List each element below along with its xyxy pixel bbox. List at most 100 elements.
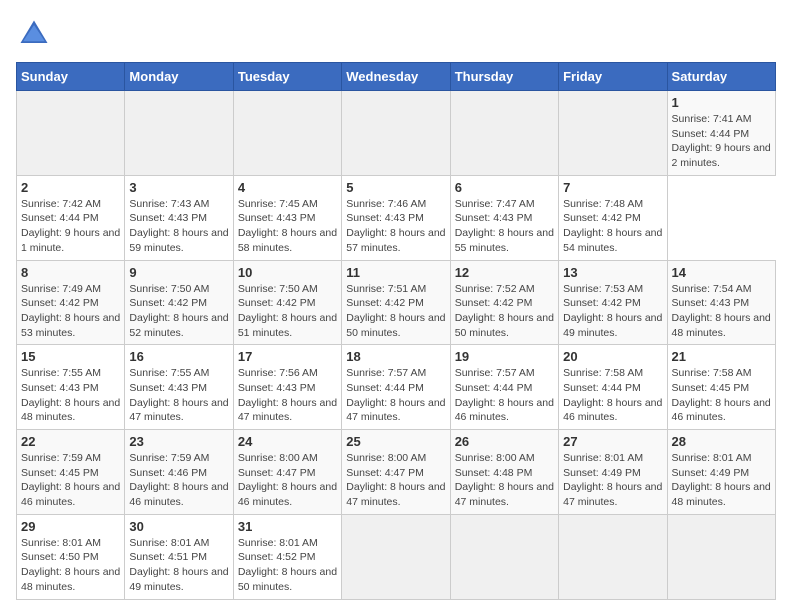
calendar-week-6: 29 Sunrise: 8:01 AMSunset: 4:50 PMDayligh… [17,514,776,599]
day-info: Sunrise: 7:47 AMSunset: 4:43 PMDaylight:… [455,197,554,256]
day-info: Sunrise: 7:49 AMSunset: 4:42 PMDaylight:… [21,282,120,341]
day-info: Sunrise: 7:58 AMSunset: 4:44 PMDaylight:… [563,366,662,425]
day-cell-23: 23Sunrise: 7:59 AMSunset: 4:46 PMDayligh… [125,430,233,515]
empty-cell [450,91,558,176]
day-number: 22 [21,434,120,449]
day-info: Sunrise: 7:53 AMSunset: 4:42 PMDaylight:… [563,282,662,341]
day-cell-8: 8Sunrise: 7:49 AMSunset: 4:42 PMDaylight… [17,260,125,345]
day-number: 24 [238,434,337,449]
day-number: 15 [21,349,120,364]
day-info: Sunrise: 8:01 AMSunset: 4:50 PMDaylight:… [21,536,120,595]
calendar-week-5: 22 Sunrise: 7:59 AMSunset: 4:45 PMDayligh… [17,430,776,515]
day-number: 19 [455,349,554,364]
day-cell-10: 10 Sunrise: 7:50 AMSunset: 4:42 PMDayligh… [233,260,341,345]
day-cell-7: 7 Sunrise: 7:48 AMSunset: 4:42 PMDaylight… [559,175,667,260]
day-number: 4 [238,180,337,195]
day-cell-4: 4 Sunrise: 7:45 AMSunset: 4:43 PMDaylight… [233,175,341,260]
day-number: 20 [563,349,662,364]
day-number: 6 [455,180,554,195]
day-number: 27 [563,434,662,449]
day-number: 2 [21,180,120,195]
empty-cell [450,514,558,599]
day-number: 3 [129,180,228,195]
day-cell-13: 13Sunrise: 7:53 AMSunset: 4:42 PMDayligh… [559,260,667,345]
day-info: Sunrise: 7:45 AMSunset: 4:43 PMDaylight:… [238,197,337,256]
day-cell-16: 16 Sunrise: 7:55 AMSunset: 4:43 PMDayligh… [125,345,233,430]
day-info: Sunrise: 8:00 AMSunset: 4:48 PMDaylight:… [455,451,554,510]
day-number: 1 [672,95,771,110]
day-info: Sunrise: 7:43 AMSunset: 4:43 PMDaylight:… [129,197,228,256]
day-info: Sunrise: 8:01 AMSunset: 4:51 PMDaylight:… [129,536,228,595]
day-cell-22: 22 Sunrise: 7:59 AMSunset: 4:45 PMDayligh… [17,430,125,515]
day-number: 21 [672,349,771,364]
day-number: 29 [21,519,120,534]
day-number: 16 [129,349,228,364]
calendar-week-2: 2 Sunrise: 7:42 AMSunset: 4:44 PMDaylight… [17,175,776,260]
day-info: Sunrise: 8:01 AMSunset: 4:52 PMDaylight:… [238,536,337,595]
logo [16,16,56,52]
day-info: Sunrise: 8:01 AMSunset: 4:49 PMDaylight:… [563,451,662,510]
day-cell-3: 3 Sunrise: 7:43 AMSunset: 4:43 PMDaylight… [125,175,233,260]
day-number: 9 [129,265,228,280]
empty-cell [342,514,450,599]
day-info: Sunrise: 7:54 AMSunset: 4:43 PMDaylight:… [672,282,771,341]
day-info: Sunrise: 7:50 AMSunset: 4:42 PMDaylight:… [129,282,228,341]
day-cell-19: 19 Sunrise: 7:57 AMSunset: 4:44 PMDayligh… [450,345,558,430]
day-info: Sunrise: 7:52 AMSunset: 4:42 PMDaylight:… [455,282,554,341]
day-info: Sunrise: 8:00 AMSunset: 4:47 PMDaylight:… [346,451,445,510]
day-info: Sunrise: 8:01 AMSunset: 4:49 PMDaylight:… [672,451,771,510]
day-info: Sunrise: 7:56 AMSunset: 4:43 PMDaylight:… [238,366,337,425]
day-info: Sunrise: 7:55 AMSunset: 4:43 PMDaylight:… [21,366,120,425]
calendar-header-wednesday: Wednesday [342,63,450,91]
day-cell-14: 14 Sunrise: 7:54 AMSunset: 4:43 PMDayligh… [667,260,775,345]
day-info: Sunrise: 7:48 AMSunset: 4:42 PMDaylight:… [563,197,662,256]
logo-icon [16,16,52,52]
calendar-header-sunday: Sunday [17,63,125,91]
day-info: Sunrise: 7:42 AMSunset: 4:44 PMDaylight:… [21,197,120,256]
day-info: Sunrise: 7:55 AMSunset: 4:43 PMDaylight:… [129,366,228,425]
day-number: 11 [346,265,445,280]
day-cell-2: 2 Sunrise: 7:42 AMSunset: 4:44 PMDaylight… [17,175,125,260]
day-cell-30: 30 Sunrise: 8:01 AMSunset: 4:51 PMDayligh… [125,514,233,599]
day-cell-29: 29 Sunrise: 8:01 AMSunset: 4:50 PMDayligh… [17,514,125,599]
day-info: Sunrise: 7:58 AMSunset: 4:45 PMDaylight:… [672,366,771,425]
day-cell-15: 15 Sunrise: 7:55 AMSunset: 4:43 PMDayligh… [17,345,125,430]
day-cell-24: 24 Sunrise: 8:00 AMSunset: 4:47 PMDayligh… [233,430,341,515]
calendar-header-friday: Friday [559,63,667,91]
day-info: Sunrise: 7:46 AMSunset: 4:43 PMDaylight:… [346,197,445,256]
calendar-week-3: 8Sunrise: 7:49 AMSunset: 4:42 PMDaylight… [17,260,776,345]
day-cell-20: 20 Sunrise: 7:58 AMSunset: 4:44 PMDayligh… [559,345,667,430]
day-info: Sunrise: 7:41 AMSunset: 4:44 PMDaylight:… [672,112,771,171]
calendar-header-row: SundayMondayTuesdayWednesdayThursdayFrid… [17,63,776,91]
calendar-header-saturday: Saturday [667,63,775,91]
day-info: Sunrise: 7:59 AMSunset: 4:45 PMDaylight:… [21,451,120,510]
empty-cell [559,514,667,599]
calendar-week-1: 1 Sunrise: 7:41 AMSunset: 4:44 PMDaylight… [17,91,776,176]
day-cell-9: 9 Sunrise: 7:50 AMSunset: 4:42 PMDaylight… [125,260,233,345]
day-number: 14 [672,265,771,280]
calendar-header-thursday: Thursday [450,63,558,91]
day-info: Sunrise: 7:57 AMSunset: 4:44 PMDaylight:… [346,366,445,425]
day-cell-1: 1 Sunrise: 7:41 AMSunset: 4:44 PMDaylight… [667,91,775,176]
day-info: Sunrise: 7:57 AMSunset: 4:44 PMDaylight:… [455,366,554,425]
day-cell-18: 18 Sunrise: 7:57 AMSunset: 4:44 PMDayligh… [342,345,450,430]
day-info: Sunrise: 8:00 AMSunset: 4:47 PMDaylight:… [238,451,337,510]
calendar-header-tuesday: Tuesday [233,63,341,91]
day-number: 18 [346,349,445,364]
day-info: Sunrise: 7:50 AMSunset: 4:42 PMDaylight:… [238,282,337,341]
day-number: 23 [129,434,228,449]
empty-cell [233,91,341,176]
day-number: 30 [129,519,228,534]
day-info: Sunrise: 7:51 AMSunset: 4:42 PMDaylight:… [346,282,445,341]
calendar-header-monday: Monday [125,63,233,91]
day-cell-27: 27 Sunrise: 8:01 AMSunset: 4:49 PMDayligh… [559,430,667,515]
day-number: 7 [563,180,662,195]
day-number: 10 [238,265,337,280]
day-number: 26 [455,434,554,449]
day-number: 31 [238,519,337,534]
day-number: 28 [672,434,771,449]
day-number: 25 [346,434,445,449]
empty-cell [667,514,775,599]
day-cell-31: 31 Sunrise: 8:01 AMSunset: 4:52 PMDayligh… [233,514,341,599]
day-cell-11: 11 Sunrise: 7:51 AMSunset: 4:42 PMDayligh… [342,260,450,345]
